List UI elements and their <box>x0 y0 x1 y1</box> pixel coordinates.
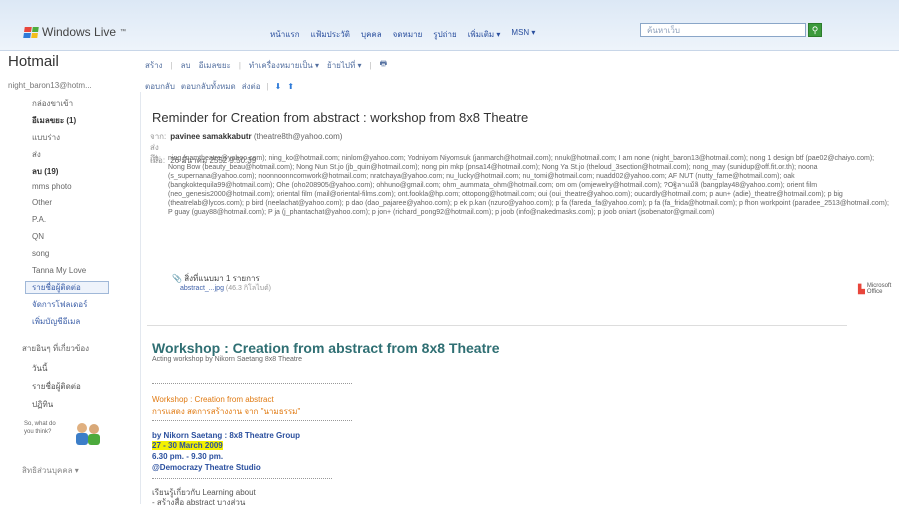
recipients-list: ning (namtheatre@yahoo.com); ning_ko@hot… <box>168 155 889 216</box>
reply-all-button[interactable]: ตอบกลับทั้งหมด <box>181 80 236 93</box>
move-to-button[interactable]: ย้ายไปที่ ▾ <box>327 59 361 72</box>
attachment-item[interactable]: abstract_...jpg (46.3 กิโลไบต์) <box>180 283 271 294</box>
date-highlight: 27 - 30 March 2009 <box>152 441 223 450</box>
message-subject: Reminder for Creation from abstract : wo… <box>152 110 529 125</box>
folder-other[interactable]: Other <box>32 198 52 207</box>
logo-tm: ™ <box>120 29 127 35</box>
sidebar-section-title: สายอินๆ ที่เกี่ยวข้อง <box>22 344 90 353</box>
folder-drafts[interactable]: แบบร่าง <box>32 131 60 144</box>
sidebar-today[interactable]: วันนี้ <box>32 362 47 375</box>
header-divider <box>0 50 899 51</box>
manage-folders-link[interactable]: จัดการโฟลเดอร์ <box>32 298 87 311</box>
office-text: Microsoft Office <box>866 283 892 295</box>
feedback-promo[interactable]: So, what do you think? <box>24 420 120 460</box>
reply-button[interactable]: ตอบกลับ <box>145 80 175 93</box>
workshop-title: Workshop : Creation from abstract from 8… <box>152 340 500 356</box>
delete-button[interactable]: ลบ <box>181 59 191 72</box>
promo-text: So, what do you think? <box>24 421 56 435</box>
workshop-dates: 27 - 30 March 2009 <box>152 441 223 450</box>
attachment-label: สิ่งที่แนบมา 1 รายการ <box>184 274 260 283</box>
folder-deleted[interactable]: ลบ (19) <box>32 165 58 178</box>
to-row: ถึง: <box>150 152 168 165</box>
reply-bar: ตอบกลับ ตอบกลับทั้งหมด ส่งต่อ | ⬇ ⬆ <box>145 80 294 93</box>
folder-inbox[interactable]: กล่องขาเข้า <box>32 97 73 110</box>
next-message-icon[interactable]: ⬇ <box>275 82 282 91</box>
people-icon <box>76 423 100 445</box>
windows-live-logo[interactable]: Windows Live ™ <box>23 25 127 39</box>
sidebar-contacts[interactable]: รายชื่อผู้ติดต่อ <box>32 380 81 393</box>
forward-button[interactable]: ส่งต่อ <box>242 80 261 93</box>
nav-profile[interactable]: แฟ้มประวัติ <box>311 28 350 41</box>
mark-as-button[interactable]: ทำเครื่องหมายเป็น ▾ <box>249 59 319 72</box>
workshop-time: 6.30 pm. - 9.30 pm. <box>152 452 224 461</box>
search-input[interactable]: ค้นหาเว็บ <box>640 23 806 37</box>
toolbar-separator: | <box>369 60 372 70</box>
dotted-divider <box>152 383 352 385</box>
message-divider <box>147 325 847 326</box>
sender-name[interactable]: pavinee samakkabutr <box>170 132 251 141</box>
top-navigation: หน้าแรก แฟ้มประวัติ บุคคล จดหมาย รูปถ่าย… <box>270 28 535 41</box>
folder-junk[interactable]: อีเมลขยะ (1) <box>32 114 76 127</box>
nav-home[interactable]: หน้าแรก <box>270 28 300 41</box>
print-icon[interactable]: 🖶 <box>380 58 388 72</box>
toolbar-separator: | <box>266 82 269 91</box>
folder-tanna[interactable]: Tanna My Love <box>32 266 86 275</box>
dotted-divider <box>152 478 332 480</box>
folder-mms-photo[interactable]: mms photo <box>32 182 72 191</box>
previous-message-icon[interactable]: ⬆ <box>287 82 294 91</box>
folder-sent[interactable]: ส่ง <box>32 148 41 161</box>
folder-song[interactable]: song <box>32 249 49 258</box>
sidebar-calendar[interactable]: ปฏิทิน <box>32 398 53 411</box>
windows-flag-icon <box>23 26 39 38</box>
sidebar-item-contacts[interactable]: รายชื่อผู้ติดต่อ <box>25 281 109 294</box>
toolbar: สร้าง | ลบ อีเมลขยะ | ทำเครื่องหมายเป็น … <box>145 58 387 72</box>
nav-people[interactable]: บุคคล <box>361 28 382 41</box>
workshop-venue: @Democrazy Theatre Studio <box>152 463 261 472</box>
workshop-thai-title: การแสดง สดการสร้างงาน จาก "นามธรรม" <box>152 407 301 416</box>
logo-text: Windows Live <box>42 25 117 39</box>
sidebar-divider <box>140 92 141 504</box>
add-account-link[interactable]: เพิ่มบัญชีอีเมล <box>32 315 80 328</box>
nav-mail[interactable]: จดหมาย <box>393 28 423 41</box>
sender-email[interactable]: (theatre8th@yahoo.com) <box>254 132 343 141</box>
privacy-link[interactable]: สิทธิส่วนบุคคล ▾ <box>22 464 79 477</box>
folder-pa[interactable]: P.A. <box>32 215 46 224</box>
account-email[interactable]: night_baron13@hotm... <box>8 81 92 90</box>
workshop-orange-title: Workshop : Creation from abstract <box>152 395 274 404</box>
search-button[interactable]: ⚲ <box>808 23 822 37</box>
new-button[interactable]: สร้าง <box>145 59 163 72</box>
nav-photos[interactable]: รูปถ่าย <box>433 28 456 41</box>
attachment-size: (46.3 กิโลไบต์) <box>225 285 271 292</box>
app-title[interactable]: Hotmail <box>8 53 59 70</box>
office-logo-icon: ▙ <box>858 283 865 294</box>
search-icon: ⚲ <box>811 25 819 35</box>
folder-qn[interactable]: QN <box>32 232 44 241</box>
toolbar-separator: | <box>238 60 241 70</box>
workshop-by: by Nikorn Saetang : 8x8 Theatre Group <box>152 431 301 440</box>
dotted-divider <box>152 420 352 422</box>
workshop-subtitle: Acting workshop by Nikorn Saetang 8x8 Th… <box>152 356 303 363</box>
office-badge[interactable]: ▙ Microsoft Office <box>858 283 892 295</box>
attachment-filename[interactable]: abstract_...jpg <box>180 285 224 292</box>
junk-button[interactable]: อีเมลขยะ <box>199 59 231 72</box>
toolbar-separator: | <box>170 60 173 70</box>
nav-msn[interactable]: MSN ▾ <box>511 28 535 41</box>
nav-more[interactable]: เพิ่มเติม ▾ <box>468 28 501 41</box>
to-label: ถึง: <box>150 154 161 163</box>
learning-line-2: - สร้างสื่อ abstract บางส่วน <box>152 498 246 507</box>
attachment-icon: 📎 <box>172 274 182 283</box>
